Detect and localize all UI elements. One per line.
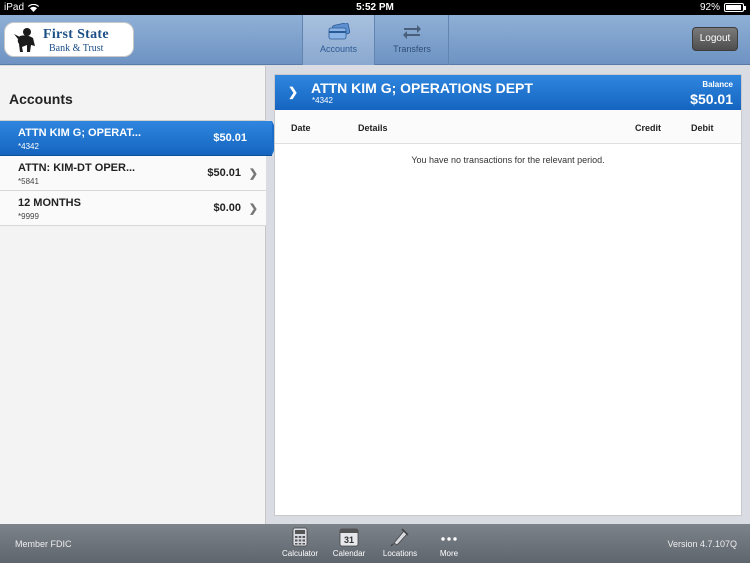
status-right: 92% [699,2,746,13]
account-name: 12 MONTHS [18,197,81,209]
chevron-right-icon: ❯ [288,85,299,99]
version-label: Version 4.7.107Q [667,539,737,549]
transfer-arrows-icon [403,25,421,39]
tab-accounts[interactable]: Accounts [302,15,375,65]
calendar-icon: 31 [339,528,359,547]
account-name: ATTN KIM G; OPERAT... [18,127,142,139]
detail-title: ATTN KIM G; OPERATIONS DEPT [311,80,533,96]
chevron-right-icon: ❯ [248,168,258,180]
battery-percent: 92% [699,2,720,13]
calendar-button[interactable]: 31 Calendar [327,527,371,558]
chevron-right-icon: ❯ [248,203,258,215]
more-button[interactable]: More [427,527,471,558]
tab-transfers[interactable]: Transfers [376,15,449,65]
calendar-label: Calendar [332,549,366,558]
account-row[interactable]: 12 MONTHS *9999 $0.00 ❯ [0,191,266,226]
calendar-day: 31 [344,535,354,545]
bank-logo: First State Bank & Trust [4,22,134,57]
tab-accounts-label: Accounts [319,44,358,54]
account-name: ATTN: KIM-DT OPER... [18,162,136,174]
account-amount: $50.01 [207,167,241,179]
calculator-button[interactable]: Calculator [278,527,322,558]
balance-label: Balance [702,80,733,89]
logout-button[interactable]: Logout [692,27,738,51]
account-amount: $0.00 [213,202,241,214]
balance-value: $50.01 [690,91,733,107]
detail-account-number: *4342 [312,96,333,105]
accounts-sidebar: Accounts ATTN KIM G; OPERAT... *4342 $50… [0,66,280,524]
calculator-icon [292,527,308,547]
account-row[interactable]: ATTN KIM G; OPERAT... *4342 $50.01 [0,121,280,156]
account-number: *9999 [18,212,39,221]
locations-pin-icon [390,528,409,547]
column-details: Details [358,123,388,133]
account-list: ATTN KIM G; OPERAT... *4342 $50.01 ATTN:… [0,120,280,226]
status-bar: iPad 5:52 PM 92% [0,0,750,15]
bottom-toolbar: Member FDIC Calculator 31 Calendar Locat… [0,524,750,563]
column-credit: Credit [635,123,662,133]
member-fdic-label: Member FDIC [15,539,72,549]
account-detail-panel: ❯ ATTN KIM G; OPERATIONS DEPT *4342 Bala… [274,74,742,516]
account-row[interactable]: ATTN: KIM-DT OPER... *5841 $50.01 ❯ [0,156,266,191]
calculator-label: Calculator [281,549,318,558]
logo-line2: Bank & Trust [49,43,104,54]
accounts-card-icon [328,23,350,40]
empty-transactions-message: You have no transactions for the relevan… [411,155,605,165]
column-date: Date [291,123,311,133]
tab-transfers-label: Transfers [393,44,431,54]
account-amount: $50.01 [213,132,247,144]
transactions-header: Date Details Credit Debit [275,110,741,144]
column-debit: Debit [691,123,714,133]
sidebar-title: Accounts [9,91,73,107]
account-number: *4342 [18,142,39,151]
locations-label: Locations [382,549,418,558]
app-header: First State Bank & Trust Accounts Transf… [0,15,750,65]
locations-button[interactable]: Locations [378,527,422,558]
horse-rider-logo-icon [14,28,35,52]
battery-icon [724,3,746,12]
account-number: *5841 [18,177,39,186]
more-dots-icon [441,537,457,541]
logo-line1: First State [43,27,109,42]
account-detail-header[interactable]: ❯ ATTN KIM G; OPERATIONS DEPT *4342 Bala… [275,75,741,110]
status-time: 5:52 PM [356,2,394,13]
more-label: More [439,549,459,558]
